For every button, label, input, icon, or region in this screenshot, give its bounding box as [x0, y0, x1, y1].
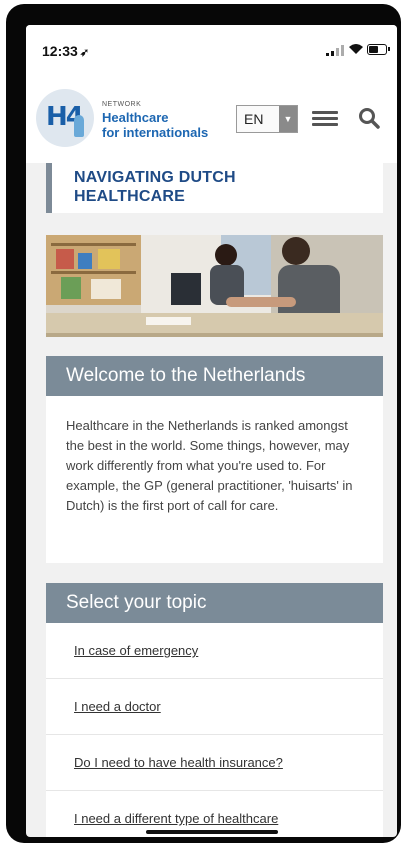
topic-item-insurance[interactable]: Do I need to have health insurance? — [46, 735, 383, 791]
brand-network-label: NETWORK — [102, 101, 142, 108]
topic-list: In case of emergency I need a doctor Do … — [46, 623, 383, 837]
home-indicator[interactable] — [146, 830, 278, 834]
site-logo[interactable]: H4 — [36, 89, 94, 147]
topic-heading-bar: Select your topic — [46, 583, 383, 623]
brand-name-line2: for internationals — [102, 125, 209, 140]
language-value: EN — [244, 111, 264, 127]
topic-link[interactable]: In case of emergency — [74, 643, 198, 658]
status-bar: 12:33 ➶ — [26, 25, 397, 71]
welcome-text: Healthcare in the Netherlands is ranked … — [66, 418, 353, 513]
topic-item-emergency[interactable]: In case of emergency — [46, 623, 383, 679]
hamburger-menu-icon[interactable] — [312, 111, 338, 127]
topic-heading: Select your topic — [66, 592, 207, 613]
phone-frame: 12:33 ➶ H4 NETWORK Healthcare for interna… — [6, 4, 401, 843]
cellular-signal-icon — [326, 45, 344, 56]
status-time: 12:33 ➶ — [42, 43, 90, 59]
site-header: H4 NETWORK Healthcare for internationals… — [26, 71, 397, 163]
page-title: NAVIGATING DUTCH HEALTHCARE — [74, 169, 236, 205]
topic-link[interactable]: I need a different type of healthcare — [74, 811, 278, 826]
dropdown-arrow-icon: ▼ — [279, 106, 297, 132]
welcome-panel: Healthcare in the Netherlands is ranked … — [46, 396, 383, 563]
battery-icon — [367, 44, 390, 55]
hero-photo — [46, 235, 383, 337]
logo-figure-icon — [74, 115, 84, 137]
search-icon[interactable] — [358, 107, 380, 129]
welcome-heading: Welcome to the Netherlands — [66, 365, 306, 386]
topic-link[interactable]: I need a doctor — [74, 699, 161, 714]
wifi-icon — [348, 42, 364, 58]
welcome-heading-bar: Welcome to the Netherlands — [46, 356, 383, 396]
brand-name-line1: Healthcare — [102, 110, 169, 125]
phone-screen: 12:33 ➶ H4 NETWORK Healthcare for interna… — [26, 25, 397, 837]
topic-link[interactable]: Do I need to have health insurance? — [74, 755, 283, 770]
language-select[interactable]: EN ▼ — [236, 105, 298, 133]
topic-item-doctor[interactable]: I need a doctor — [46, 679, 383, 735]
page-title-box: NAVIGATING DUTCH HEALTHCARE — [46, 163, 383, 213]
location-arrow-icon: ➶ — [79, 47, 90, 59]
